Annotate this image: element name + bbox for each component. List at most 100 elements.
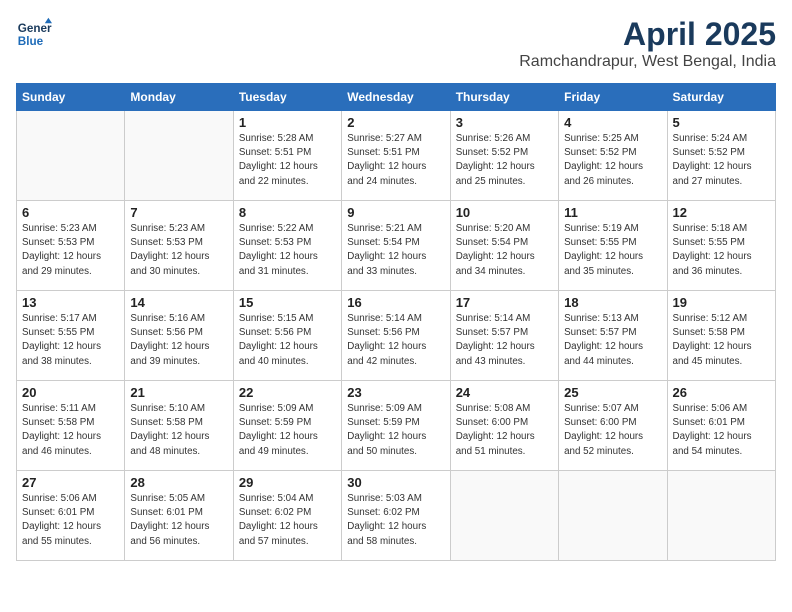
- calendar-week-1: 1 Sunrise: 5:28 AMSunset: 5:51 PMDaylight…: [17, 111, 776, 201]
- calendar-cell: 9 Sunrise: 5:21 AMSunset: 5:54 PMDaylight…: [342, 201, 450, 291]
- calendar-cell: 13 Sunrise: 5:17 AMSunset: 5:55 PMDayligh…: [17, 291, 125, 381]
- header-friday: Friday: [559, 84, 667, 111]
- day-number: 18: [564, 295, 661, 310]
- calendar-cell: [559, 471, 667, 561]
- day-number: 8: [239, 205, 336, 220]
- day-number: 5: [673, 115, 770, 130]
- calendar-cell: 10Sunrise: 5:20 AMSunset: 5:54 PMDayligh…: [450, 201, 558, 291]
- calendar-cell: 4 Sunrise: 5:25 AMSunset: 5:52 PMDaylight…: [559, 111, 667, 201]
- day-number: 23: [347, 385, 444, 400]
- day-number: 10: [456, 205, 553, 220]
- calendar-cell: 7Sunrise: 5:23 AMSunset: 5:53 PMDaylight…: [125, 201, 233, 291]
- svg-text:Blue: Blue: [18, 35, 44, 48]
- logo: General Blue: [16, 16, 52, 52]
- day-number: 20: [22, 385, 119, 400]
- day-number: 21: [130, 385, 227, 400]
- day-info: Sunrise: 5:08 AMSunset: 6:00 PMDaylight:…: [456, 402, 553, 459]
- day-info: Sunrise: 5:26 AMSunset: 5:52 PMDaylight:…: [456, 132, 553, 189]
- calendar-cell: 14 Sunrise: 5:16 AMSunset: 5:56 PMDayligh…: [125, 291, 233, 381]
- day-info: Sunrise: 5:09 AMSunset: 5:59 PMDaylight:…: [347, 402, 444, 459]
- svg-text:General: General: [18, 22, 52, 35]
- day-info: Sunrise: 5:27 AMSunset: 5:51 PMDaylight:…: [347, 132, 444, 189]
- day-number: 16: [347, 295, 444, 310]
- calendar-cell: 11 Sunrise: 5:19 AMSunset: 5:55 PMDayligh…: [559, 201, 667, 291]
- calendar-cell: 27Sunrise: 5:06 AMSunset: 6:01 PMDayligh…: [17, 471, 125, 561]
- calendar-cell: 8 Sunrise: 5:22 AMSunset: 5:53 PMDaylight…: [233, 201, 341, 291]
- day-info: Sunrise: 5:23 AMSunset: 5:53 PMDaylight:…: [22, 222, 119, 279]
- calendar-cell: 19Sunrise: 5:12 AMSunset: 5:58 PMDayligh…: [667, 291, 775, 381]
- calendar-cell: 12 Sunrise: 5:18 AMSunset: 5:55 PMDayligh…: [667, 201, 775, 291]
- day-number: 29: [239, 475, 336, 490]
- day-number: 15: [239, 295, 336, 310]
- calendar-cell: [450, 471, 558, 561]
- calendar-cell: 16 Sunrise: 5:14 AMSunset: 5:56 PMDayligh…: [342, 291, 450, 381]
- day-number: 22: [239, 385, 336, 400]
- day-info: Sunrise: 5:18 AMSunset: 5:55 PMDaylight:…: [673, 222, 770, 279]
- day-info: Sunrise: 5:04 AMSunset: 6:02 PMDaylight:…: [239, 492, 336, 549]
- calendar-week-5: 27Sunrise: 5:06 AMSunset: 6:01 PMDayligh…: [17, 471, 776, 561]
- day-number: 17: [456, 295, 553, 310]
- day-number: 6: [22, 205, 119, 220]
- day-info: Sunrise: 5:19 AMSunset: 5:55 PMDaylight:…: [564, 222, 661, 279]
- header-wednesday: Wednesday: [342, 84, 450, 111]
- calendar-cell: 28Sunrise: 5:05 AMSunset: 6:01 PMDayligh…: [125, 471, 233, 561]
- logo-icon: General Blue: [16, 16, 52, 52]
- title-section: April 2025 Ramchandrapur, West Bengal, I…: [519, 16, 776, 71]
- calendar-cell: [17, 111, 125, 201]
- day-number: 14: [130, 295, 227, 310]
- header-monday: Monday: [125, 84, 233, 111]
- day-number: 25: [564, 385, 661, 400]
- calendar-cell: 3 Sunrise: 5:26 AMSunset: 5:52 PMDaylight…: [450, 111, 558, 201]
- page-header: General Blue April 2025 Ramchandrapur, W…: [16, 16, 776, 71]
- day-info: Sunrise: 5:10 AMSunset: 5:58 PMDaylight:…: [130, 402, 227, 459]
- calendar-cell: 18 Sunrise: 5:13 AMSunset: 5:57 PMDayligh…: [559, 291, 667, 381]
- calendar-cell: 23 Sunrise: 5:09 AMSunset: 5:59 PMDayligh…: [342, 381, 450, 471]
- day-number: 13: [22, 295, 119, 310]
- calendar-cell: 21 Sunrise: 5:10 AMSunset: 5:58 PMDayligh…: [125, 381, 233, 471]
- header-tuesday: Tuesday: [233, 84, 341, 111]
- day-info: Sunrise: 5:06 AMSunset: 6:01 PMDaylight:…: [673, 402, 770, 459]
- day-info: Sunrise: 5:11 AMSunset: 5:58 PMDaylight:…: [22, 402, 119, 459]
- calendar-cell: 6 Sunrise: 5:23 AMSunset: 5:53 PMDaylight…: [17, 201, 125, 291]
- calendar-week-3: 13 Sunrise: 5:17 AMSunset: 5:55 PMDayligh…: [17, 291, 776, 381]
- day-number: 4: [564, 115, 661, 130]
- calendar-cell: [125, 111, 233, 201]
- calendar-cell: 26 Sunrise: 5:06 AMSunset: 6:01 PMDayligh…: [667, 381, 775, 471]
- day-info: Sunrise: 5:09 AMSunset: 5:59 PMDaylight:…: [239, 402, 336, 459]
- day-info: Sunrise: 5:21 AMSunset: 5:54 PMDaylight:…: [347, 222, 444, 279]
- calendar-cell: 30Sunrise: 5:03 AMSunset: 6:02 PMDayligh…: [342, 471, 450, 561]
- calendar-table: Sunday Monday Tuesday Wednesday Thursday…: [16, 83, 776, 561]
- calendar-cell: 22 Sunrise: 5:09 AMSunset: 5:59 PMDayligh…: [233, 381, 341, 471]
- day-number: 12: [673, 205, 770, 220]
- calendar-cell: 24 Sunrise: 5:08 AMSunset: 6:00 PMDayligh…: [450, 381, 558, 471]
- calendar-cell: 29 Sunrise: 5:04 AMSunset: 6:02 PMDayligh…: [233, 471, 341, 561]
- day-number: 26: [673, 385, 770, 400]
- day-info: Sunrise: 5:12 AMSunset: 5:58 PMDaylight:…: [673, 312, 770, 369]
- day-number: 28: [130, 475, 227, 490]
- calendar-cell: [667, 471, 775, 561]
- day-info: Sunrise: 5:17 AMSunset: 5:55 PMDaylight:…: [22, 312, 119, 369]
- calendar-cell: 5 Sunrise: 5:24 AMSunset: 5:52 PMDaylight…: [667, 111, 775, 201]
- day-info: Sunrise: 5:25 AMSunset: 5:52 PMDaylight:…: [564, 132, 661, 189]
- calendar-cell: 17Sunrise: 5:14 AMSunset: 5:57 PMDayligh…: [450, 291, 558, 381]
- calendar-week-2: 6 Sunrise: 5:23 AMSunset: 5:53 PMDaylight…: [17, 201, 776, 291]
- day-number: 3: [456, 115, 553, 130]
- day-info: Sunrise: 5:22 AMSunset: 5:53 PMDaylight:…: [239, 222, 336, 279]
- calendar-cell: 15Sunrise: 5:15 AMSunset: 5:56 PMDayligh…: [233, 291, 341, 381]
- day-info: Sunrise: 5:14 AMSunset: 5:56 PMDaylight:…: [347, 312, 444, 369]
- day-number: 24: [456, 385, 553, 400]
- day-info: Sunrise: 5:03 AMSunset: 6:02 PMDaylight:…: [347, 492, 444, 549]
- day-info: Sunrise: 5:07 AMSunset: 6:00 PMDaylight:…: [564, 402, 661, 459]
- day-number: 1: [239, 115, 336, 130]
- day-info: Sunrise: 5:23 AMSunset: 5:53 PMDaylight:…: [130, 222, 227, 279]
- day-number: 11: [564, 205, 661, 220]
- day-info: Sunrise: 5:13 AMSunset: 5:57 PMDaylight:…: [564, 312, 661, 369]
- calendar-title: April 2025: [519, 16, 776, 53]
- day-info: Sunrise: 5:28 AMSunset: 5:51 PMDaylight:…: [239, 132, 336, 189]
- calendar-cell: 20 Sunrise: 5:11 AMSunset: 5:58 PMDayligh…: [17, 381, 125, 471]
- day-info: Sunrise: 5:24 AMSunset: 5:52 PMDaylight:…: [673, 132, 770, 189]
- day-number: 9: [347, 205, 444, 220]
- day-info: Sunrise: 5:16 AMSunset: 5:56 PMDaylight:…: [130, 312, 227, 369]
- calendar-subtitle: Ramchandrapur, West Bengal, India: [519, 53, 776, 71]
- day-info: Sunrise: 5:06 AMSunset: 6:01 PMDaylight:…: [22, 492, 119, 549]
